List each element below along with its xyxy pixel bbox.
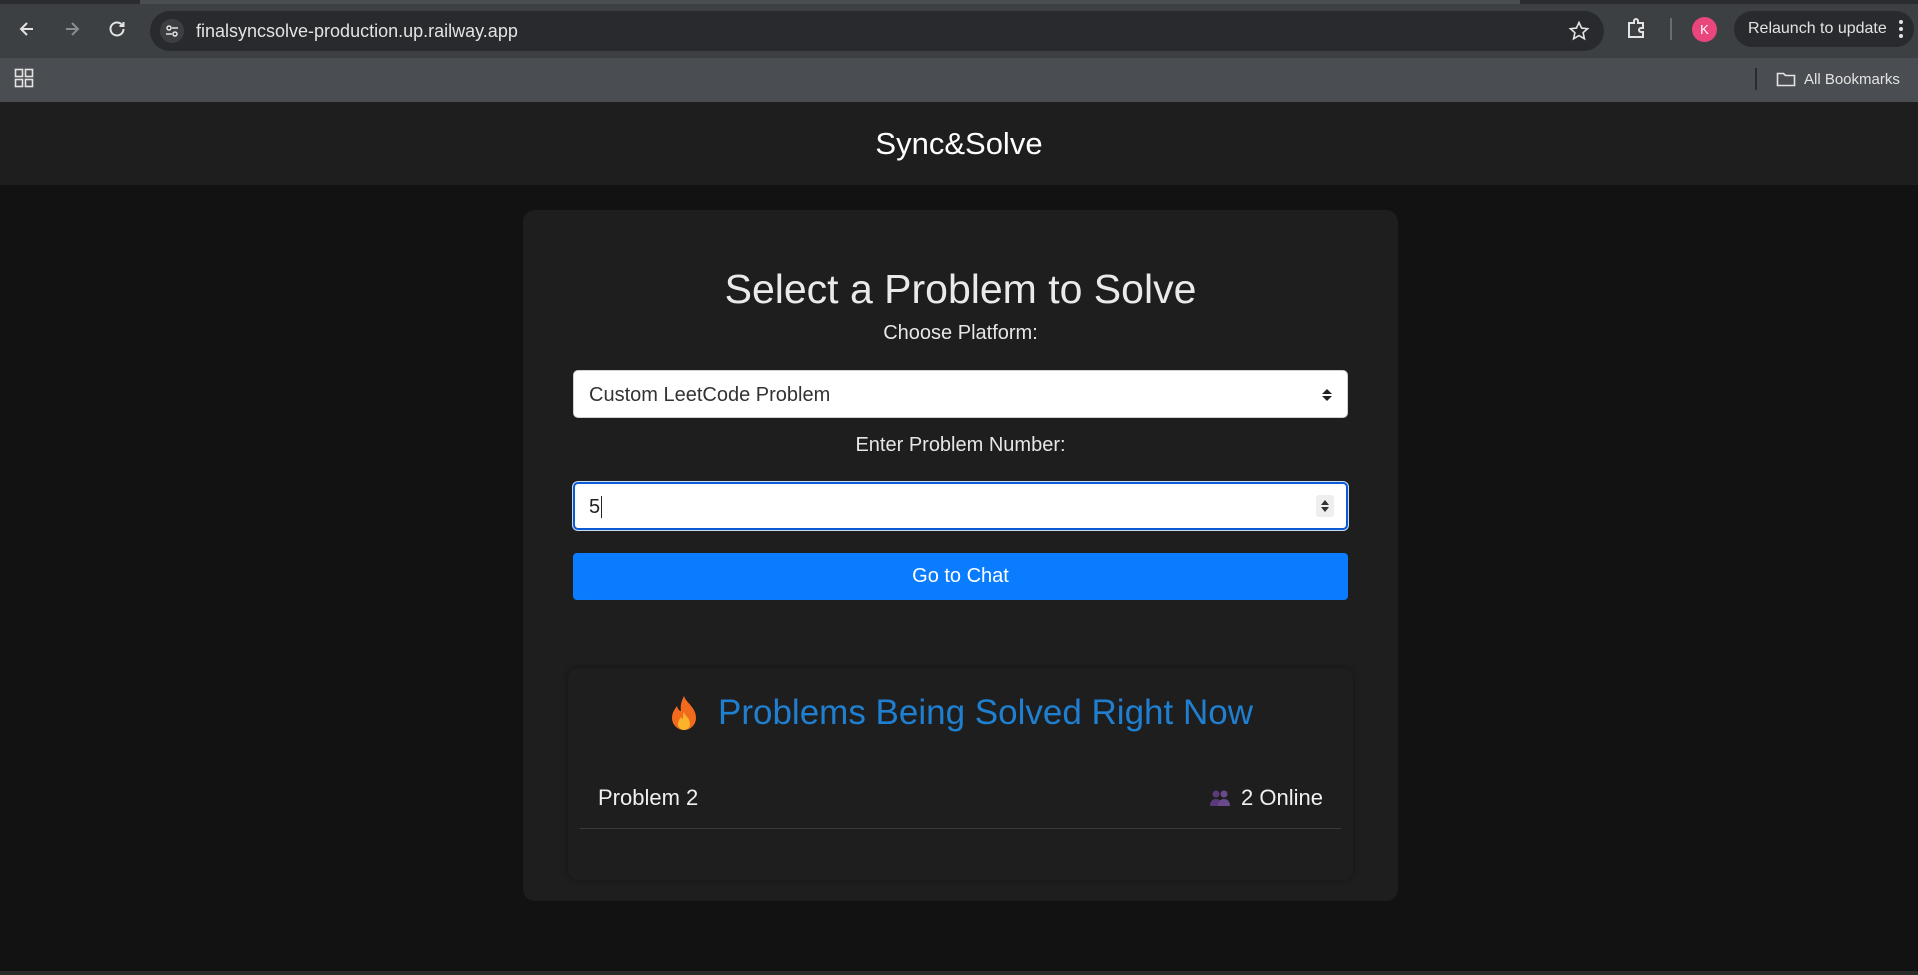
text-caret [601,496,602,518]
url-text[interactable]: finalsyncsolve-production.up.railway.app [196,21,518,41]
select-arrows-icon [1321,387,1333,408]
problem-name: Problem 2 [598,785,699,810]
reload-icon [109,21,125,37]
app-header: Sync&Solve [0,102,1918,185]
users-icon [1210,790,1231,806]
site-info-button[interactable] [160,19,184,43]
app-title: Sync&Solve [875,125,1043,161]
folder-icon [1776,72,1796,87]
online-count: 2 Online [1209,785,1323,811]
platform-select[interactable]: Custom LeetCode Problem [573,370,1348,418]
problem-number-value: 5 [589,496,601,518]
relaunch-label: Relaunch to update [1748,20,1887,37]
more-vert-icon [1898,19,1904,44]
problem-number-label: Enter Problem Number: [855,434,1066,456]
bookmark-star-icon[interactable] [1568,20,1590,47]
profile-avatar[interactable]: K [1692,17,1717,42]
platform-label: Choose Platform: [883,322,1038,344]
spin-arrows-icon [1321,500,1329,512]
tab-strip [0,0,1918,4]
platform-selected-value: Custom LeetCode Problem [589,384,831,406]
reload-button[interactable] [102,14,132,44]
fire-icon [672,696,696,730]
back-button[interactable] [12,14,42,44]
arrow-right-icon [66,22,80,36]
live-problem-row[interactable]: Problem 2 2 Online [580,768,1341,829]
address-bar[interactable]: finalsyncsolve-production.up.railway.app [150,11,1604,51]
page-title: Select a Problem to Solve [724,266,1197,312]
go-to-chat-button[interactable]: Go to Chat [573,553,1348,600]
problem-select-card: Select a Problem to Solve Choose Platfor… [523,210,1398,901]
arrow-left-icon [19,22,33,36]
live-problems-section: Problems Being Solved Right Now Problem … [568,668,1353,880]
number-spinner[interactable] [1316,495,1334,517]
live-problems-heading: Problems Being Solved Right Now [568,693,1353,733]
bookmarks-bar: All Bookmarks [0,58,1918,102]
apps-grid-icon[interactable] [14,68,34,93]
problem-number-input[interactable]: 5 [573,482,1348,530]
live-problems-title: Problems Being Solved Right Now [718,693,1253,732]
all-bookmarks-label: All Bookmarks [1804,70,1900,88]
online-count-text: 2 Online [1241,785,1323,810]
browser-toolbar: finalsyncsolve-production.up.railway.app… [0,0,1918,58]
all-bookmarks-button[interactable]: All Bookmarks [1776,67,1900,91]
extensions-puzzle-icon[interactable] [1624,15,1650,46]
tune-icon [166,25,178,37]
relaunch-button[interactable]: Relaunch to update [1734,11,1914,47]
forward-button[interactable] [57,14,87,44]
